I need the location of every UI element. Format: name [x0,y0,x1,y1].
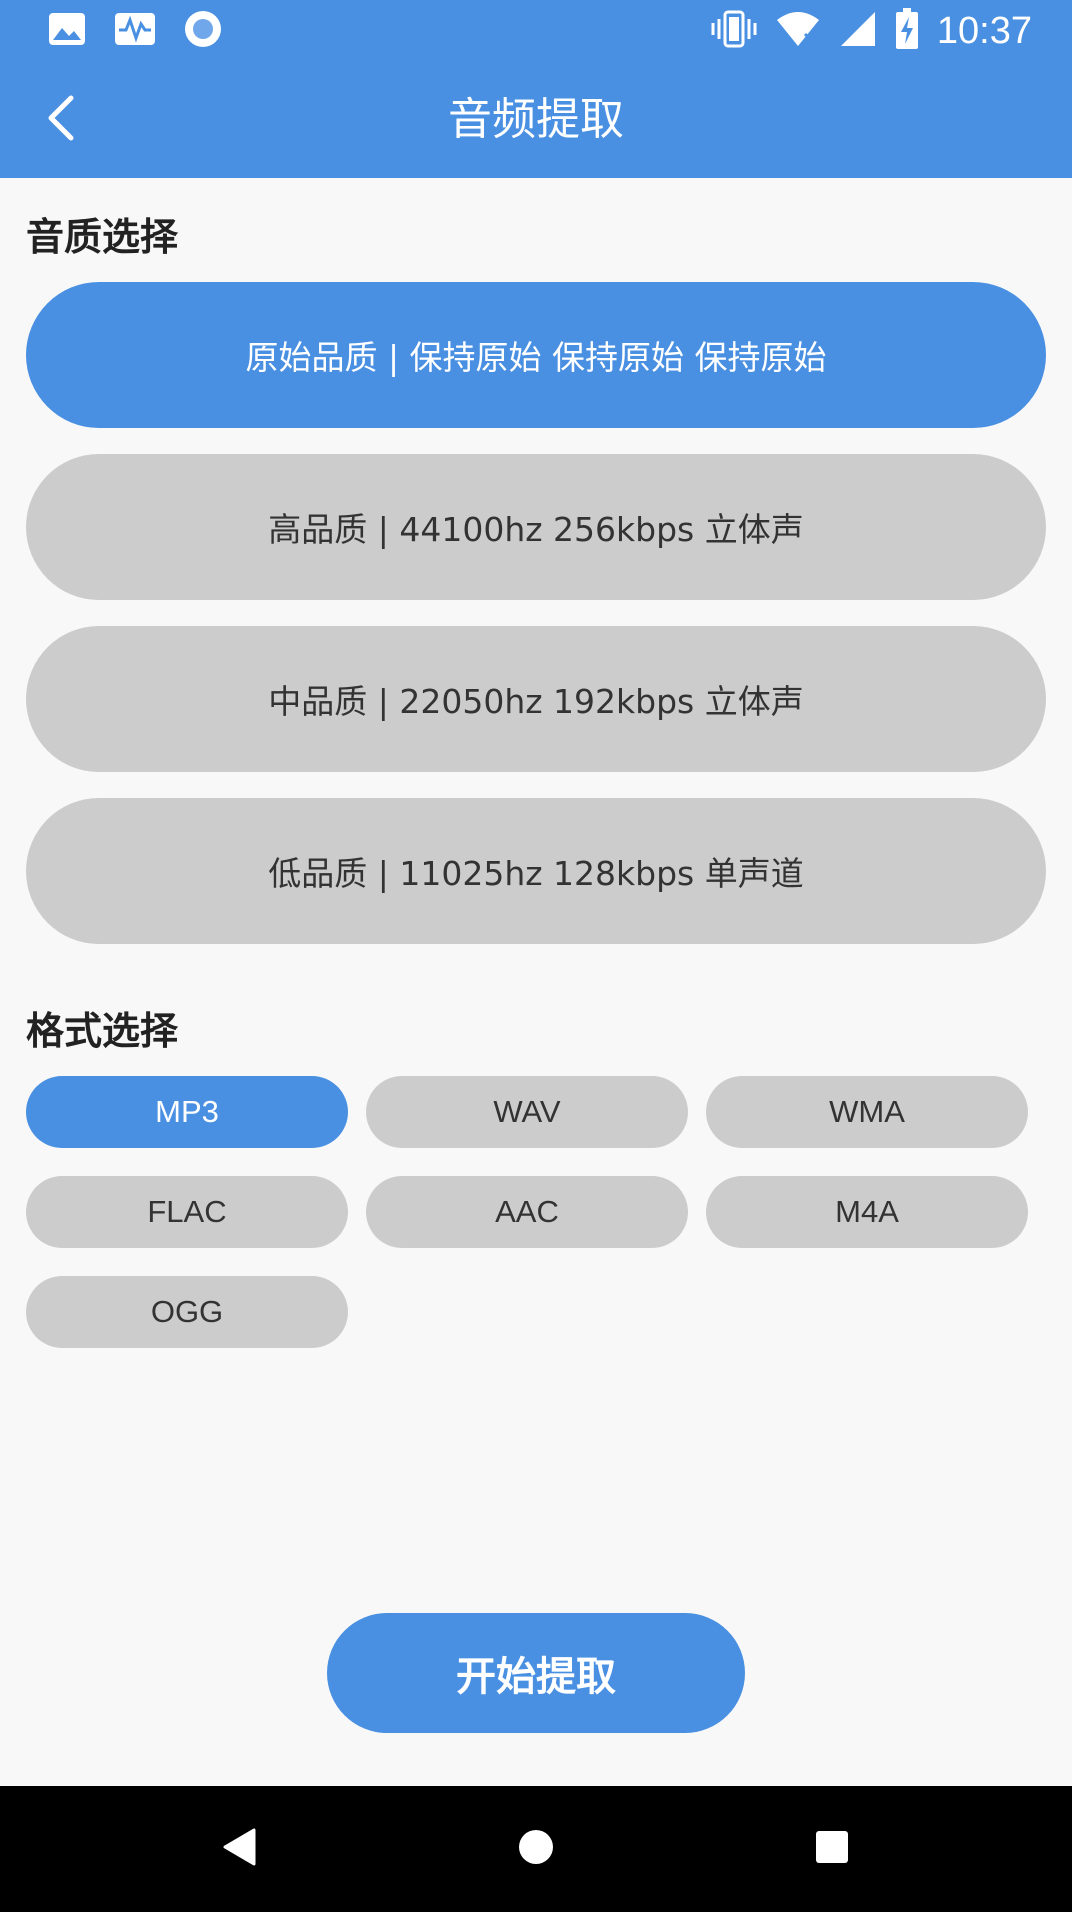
app-bar: 音频提取 [0,62,1072,178]
status-time: 10:37 [936,9,1032,52]
status-left-icons [48,10,222,52]
format-option-aac[interactable]: AAC [366,1176,688,1248]
quality-option-original[interactable]: 原始品质 | 保持原始 保持原始 保持原始 [26,282,1046,428]
status-bar: 10:37 [0,0,1072,62]
quality-option-label: 原始品质 | 保持原始 保持原始 保持原始 [245,338,827,377]
format-options: MP3 WAV WMA FLAC AAC M4A OGG [26,1076,1046,1348]
quality-option-medium[interactable]: 中品质 | 22050hz 192kbps 立体声 [26,626,1046,772]
format-option-wma[interactable]: WMA [706,1076,1028,1148]
format-option-flac[interactable]: FLAC [26,1176,348,1248]
vibrate-icon [711,9,757,53]
quality-option-label: 中品质 | 22050hz 192kbps 立体声 [268,682,804,721]
signal-icon [839,10,877,52]
format-option-m4a[interactable]: M4A [706,1176,1028,1248]
quality-section-title: 音质选择 [26,215,179,259]
format-section-title: 格式选择 [26,1009,179,1053]
wifi-icon [775,10,821,52]
format-option-wav[interactable]: WAV [366,1076,688,1148]
activity-icon [114,12,156,50]
page-title: 音频提取 [448,94,624,145]
quality-option-low[interactable]: 低品质 | 11025hz 128kbps 单声道 [26,798,1046,944]
recents-square-icon [815,1830,849,1868]
back-triangle-icon [222,1828,256,1870]
image-icon [48,12,86,50]
start-extract-button[interactable]: 开始提取 [327,1613,745,1733]
nav-recents-button[interactable] [802,1819,862,1879]
quality-option-label: 低品质 | 11025hz 128kbps 单声道 [268,854,804,893]
home-circle-icon [518,1829,554,1869]
system-nav-bar [0,1786,1072,1912]
battery-charging-icon [895,8,919,54]
quality-option-label: 高品质 | 44100hz 256kbps 立体声 [268,510,804,549]
nav-home-button[interactable] [506,1819,566,1879]
nav-back-button[interactable] [209,1819,269,1879]
back-button[interactable] [30,90,90,150]
screen: 10:37 音频提取 音质选择 原始品质 | 保持原始 保持原始 保持原始 高品… [0,0,1072,1912]
format-option-ogg[interactable]: OGG [26,1276,348,1348]
record-icon [184,10,222,52]
format-option-mp3[interactable]: MP3 [26,1076,348,1148]
quality-options: 原始品质 | 保持原始 保持原始 保持原始 高品质 | 44100hz 256k… [26,282,1046,970]
status-right-icons: 10:37 [711,8,1032,54]
chevron-left-icon [43,94,77,146]
quality-option-high[interactable]: 高品质 | 44100hz 256kbps 立体声 [26,454,1046,600]
